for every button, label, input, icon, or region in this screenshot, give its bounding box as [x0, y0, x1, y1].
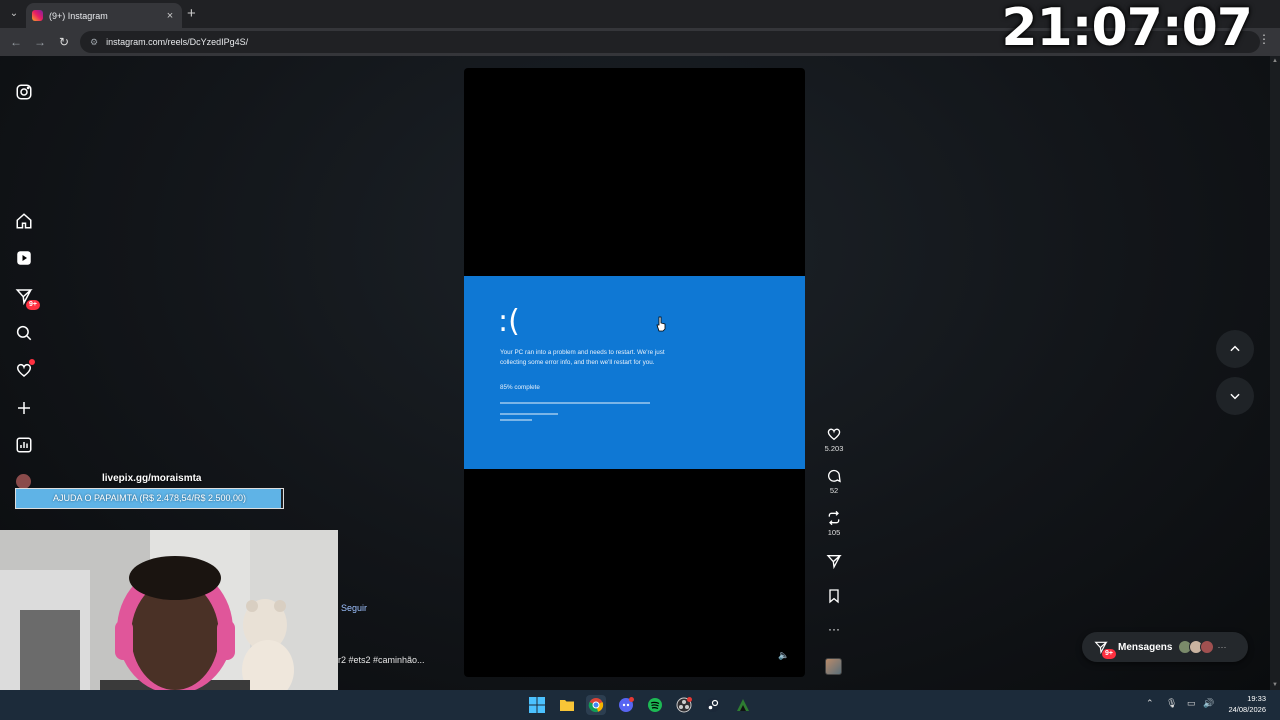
bsod-progress: 85% complete: [500, 384, 540, 391]
save-button[interactable]: [820, 588, 848, 604]
livepix-label: livepix.gg/moraismta: [102, 473, 202, 484]
chevron-up-icon: [1230, 345, 1240, 352]
taskbar-date: 24/08/2026: [1228, 705, 1266, 714]
messages-label: Mensagens: [1118, 641, 1173, 653]
like-count: 5.203: [824, 444, 844, 453]
follow-link[interactable]: Seguir: [341, 603, 367, 613]
heart-icon: [827, 428, 841, 441]
comment-count: 52: [829, 486, 839, 495]
close-tab-icon[interactable]: ×: [164, 10, 176, 22]
bsod-sad-face: :(: [498, 304, 520, 339]
bsod-info-line: [500, 402, 650, 404]
messages-pill-badge: 9+: [1102, 649, 1116, 659]
donation-goal-text: AJUDA O PAPAIMTA (R$ 2.478,54/R$ 2.500,0…: [52, 493, 247, 503]
microphone-icon[interactable]: 🎙: [1166, 698, 1177, 709]
donation-goal-bar: AJUDA O PAPAIMTA (R$ 2.478,54/R$ 2.500,0…: [15, 488, 284, 509]
new-tab-icon[interactable]: +: [187, 5, 196, 22]
volume-icon[interactable]: 🔈: [777, 648, 791, 662]
reels-icon[interactable]: [14, 248, 34, 268]
bsod-screen: :( Your PC ran into a problem and needs …: [464, 276, 805, 469]
previous-reel-button[interactable]: [1216, 330, 1254, 368]
volume-tray-icon[interactable]: 🔊: [1203, 698, 1214, 709]
hand-cursor-icon: [656, 316, 666, 332]
screen: ⌄ (9+) Instagram × + ← → ↻ ⚙ instagram.c…: [0, 0, 1280, 720]
notifications-icon[interactable]: [14, 359, 35, 380]
reel-actions: 5.203 52 105 ···: [820, 56, 848, 690]
messages-icon[interactable]: 9+: [14, 286, 40, 310]
show-hidden-icons-icon[interactable]: ⌃: [1146, 698, 1154, 709]
audio-thumbnail[interactable]: [825, 658, 842, 675]
avatar: [1200, 640, 1215, 654]
avatar: [16, 474, 31, 489]
tab-search-icon[interactable]: ⌄: [6, 6, 22, 22]
taskbar-clock[interactable]: 19:33 24/08/2026: [1226, 693, 1266, 715]
bookmark-icon: [829, 589, 839, 604]
start-icon[interactable]: [527, 695, 547, 715]
more-options-icon[interactable]: ···: [820, 622, 848, 636]
url-text: instagram.com/reels/DcYzedIPg4S/: [106, 37, 249, 47]
messages-button[interactable]: 9+ Mensagens ···: [1082, 632, 1248, 662]
network-icon[interactable]: ▭: [1187, 698, 1196, 709]
messages-pill-icon: 9+: [1094, 640, 1116, 659]
spotify-icon[interactable]: [645, 695, 665, 715]
obs-icon[interactable]: [674, 695, 694, 715]
instagram-favicon-icon: [32, 10, 43, 21]
repost-count: 105: [827, 528, 841, 537]
bsod-message: Your PC ran into a problem and needs to …: [500, 349, 665, 366]
forward-icon[interactable]: →: [32, 34, 48, 50]
comment-icon: [828, 469, 841, 483]
repost-icon: [828, 510, 840, 526]
file-explorer-icon[interactable]: [557, 695, 577, 715]
home-icon[interactable]: [14, 211, 34, 231]
scroll-up-icon[interactable]: ▲: [1272, 58, 1278, 64]
scroll-down-icon[interactable]: ▼: [1272, 682, 1278, 688]
create-icon[interactable]: [14, 398, 34, 418]
next-reel-button[interactable]: [1216, 377, 1254, 415]
post-caption: r2 #ets2 #caminhão...: [338, 655, 425, 665]
like-button[interactable]: 5.203: [820, 426, 848, 453]
chevron-down-icon: [1230, 393, 1240, 400]
chrome-icon[interactable]: [586, 695, 606, 715]
notification-dot: [29, 359, 35, 365]
browser-tab[interactable]: (9+) Instagram ×: [26, 3, 182, 28]
back-icon[interactable]: ←: [8, 34, 24, 50]
instagram-logo-icon[interactable]: [14, 82, 34, 102]
more-avatars-icon: ···: [1217, 642, 1227, 652]
send-icon: [826, 555, 842, 569]
reel-video[interactable]: :( Your PC ran into a problem and needs …: [464, 68, 805, 677]
comment-button[interactable]: 52: [820, 468, 848, 495]
browser-menu-icon[interactable]: ⋮: [1258, 32, 1270, 46]
messages-badge: 9+: [26, 300, 40, 310]
reload-icon[interactable]: ↻: [56, 34, 72, 50]
repost-button[interactable]: 105: [820, 510, 848, 537]
share-button[interactable]: [820, 553, 848, 569]
bsod-stopcode-line: [500, 419, 532, 421]
steam-icon[interactable]: [703, 695, 723, 715]
page-scrollbar[interactable]: ▲ ▼: [1270, 56, 1280, 690]
site-info-icon[interactable]: ⚙: [90, 37, 98, 48]
game-app-icon[interactable]: [733, 695, 753, 715]
discord-icon[interactable]: [616, 695, 636, 715]
bsod-qr-line: [500, 413, 558, 415]
windows-taskbar: ⌃ 🎙 ▭ 🔊 19:33 24/08/2026: [0, 690, 1280, 720]
dashboard-icon[interactable]: [14, 435, 34, 455]
tab-title: (9+) Instagram: [49, 10, 108, 21]
search-icon[interactable]: [14, 323, 34, 343]
stream-clock: 21:07:07: [1001, 0, 1253, 58]
taskbar-time: 19:33: [1247, 694, 1266, 703]
